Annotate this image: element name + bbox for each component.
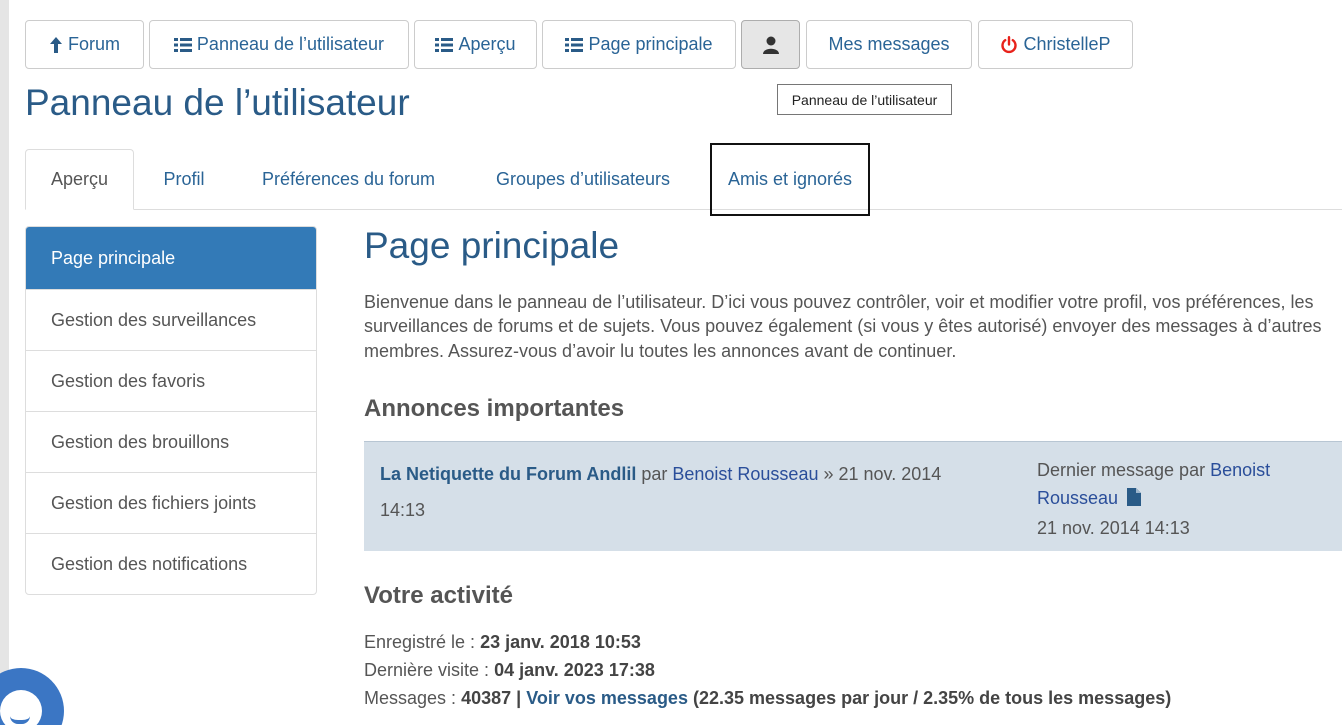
last-visit-label: Dernière visite : xyxy=(364,660,490,680)
messages-count: 40387 xyxy=(461,688,512,708)
page-title: Panneau de l’utilisateur xyxy=(25,82,410,123)
sidebar-item-attachments[interactable]: Gestion des fichiers joints xyxy=(26,472,316,533)
file-icon[interactable] xyxy=(1127,486,1142,514)
activity-heading: Votre activité xyxy=(364,582,513,609)
forum-button-label: Forum xyxy=(67,34,120,54)
overview-button[interactable]: Aperçu xyxy=(414,20,537,69)
announcement-row: La Netiquette du Forum Andlil par Benois… xyxy=(364,441,1342,551)
messages-separator: | xyxy=(516,688,522,708)
tab-profile[interactable]: Profil xyxy=(140,149,228,210)
last-visit-row: Dernière visite : 04 janv. 2023 17:38 xyxy=(364,656,1171,684)
announcement-topic: La Netiquette du Forum Andlil par Benois… xyxy=(380,456,990,528)
last-post-date: 21 nov. 2014 14:13 xyxy=(1037,518,1190,538)
announcement-last-post: Dernier message par Benoist Rousseau 21 … xyxy=(1037,456,1327,542)
arrow-up-icon xyxy=(49,36,63,54)
forum-button[interactable]: Forum xyxy=(25,20,144,69)
announcement-title-link[interactable]: La Netiquette du Forum Andlil xyxy=(380,464,636,484)
view-messages-link[interactable]: Voir vos messages xyxy=(526,688,688,708)
main-page-button[interactable]: Page principale xyxy=(542,20,736,69)
messages-label: Messages : xyxy=(364,688,457,708)
messages-row: Messages : 40387 | Voir vos messages (22… xyxy=(364,684,1171,712)
last-visit-value: 04 janv. 2023 17:38 xyxy=(494,660,655,680)
registered-label: Enregistré le : xyxy=(364,632,476,652)
tab-overview[interactable]: Aperçu xyxy=(25,149,134,210)
overview-button-label: Aperçu xyxy=(458,34,516,54)
sidebar-item-drafts[interactable]: Gestion des brouillons xyxy=(26,411,316,472)
logout-user-button[interactable]: ChristelleP xyxy=(978,20,1133,69)
my-messages-button-label: Mes messages xyxy=(828,34,950,54)
activity-details: Enregistré le : 23 janv. 2018 10:53 Dern… xyxy=(364,628,1171,712)
sidebar-item-watch-management[interactable]: Gestion des surveillances xyxy=(26,289,316,350)
tab-forum-preferences[interactable]: Préférences du forum xyxy=(238,149,459,210)
main-page-button-label: Page principale xyxy=(588,34,713,54)
sidebar-menu: Page principale Gestion des surveillance… xyxy=(25,226,317,595)
username-label: ChristelleP xyxy=(1023,34,1111,54)
left-edge-strip xyxy=(0,0,9,725)
user-panel-button-label: Panneau de l’utilisateur xyxy=(196,34,385,54)
sidebar-item-notifications[interactable]: Gestion des notifications xyxy=(26,533,316,594)
list-icon xyxy=(565,37,584,53)
section-title: Page principale xyxy=(364,225,620,266)
my-messages-button[interactable]: Mes messages xyxy=(806,20,972,69)
tooltip: Panneau de l’utilisateur xyxy=(777,84,952,115)
user-panel-button[interactable]: Panneau de l’utilisateur xyxy=(149,20,409,69)
announcements-heading: Annonces importantes xyxy=(364,395,625,422)
user-profile-button[interactable] xyxy=(741,20,800,69)
sidebar-item-bookmarks[interactable]: Gestion des favoris xyxy=(26,350,316,411)
last-post-prefix: Dernier message par xyxy=(1037,460,1206,480)
intro-text: Bienvenue dans le panneau de l’utilisate… xyxy=(364,292,1322,361)
announcement-by-text: par xyxy=(641,464,668,484)
list-icon xyxy=(435,37,454,53)
registered-value: 23 janv. 2018 10:53 xyxy=(480,632,641,652)
messages-stats: (22.35 messages par jour / 2.35% de tous… xyxy=(692,688,1172,708)
sidebar-item-main-page[interactable]: Page principale xyxy=(26,227,316,289)
list-icon xyxy=(173,37,192,53)
tab-friends-and-foes[interactable]: Amis et ignorés xyxy=(710,143,870,216)
power-icon xyxy=(1000,35,1018,54)
chat-widget-icon[interactable] xyxy=(0,668,64,725)
announcement-author-link[interactable]: Benoist Rousseau xyxy=(672,464,818,484)
user-icon xyxy=(762,35,780,55)
tab-user-groups[interactable]: Groupes d’utilisateurs xyxy=(470,149,696,210)
registered-row: Enregistré le : 23 janv. 2018 10:53 xyxy=(364,628,1171,656)
